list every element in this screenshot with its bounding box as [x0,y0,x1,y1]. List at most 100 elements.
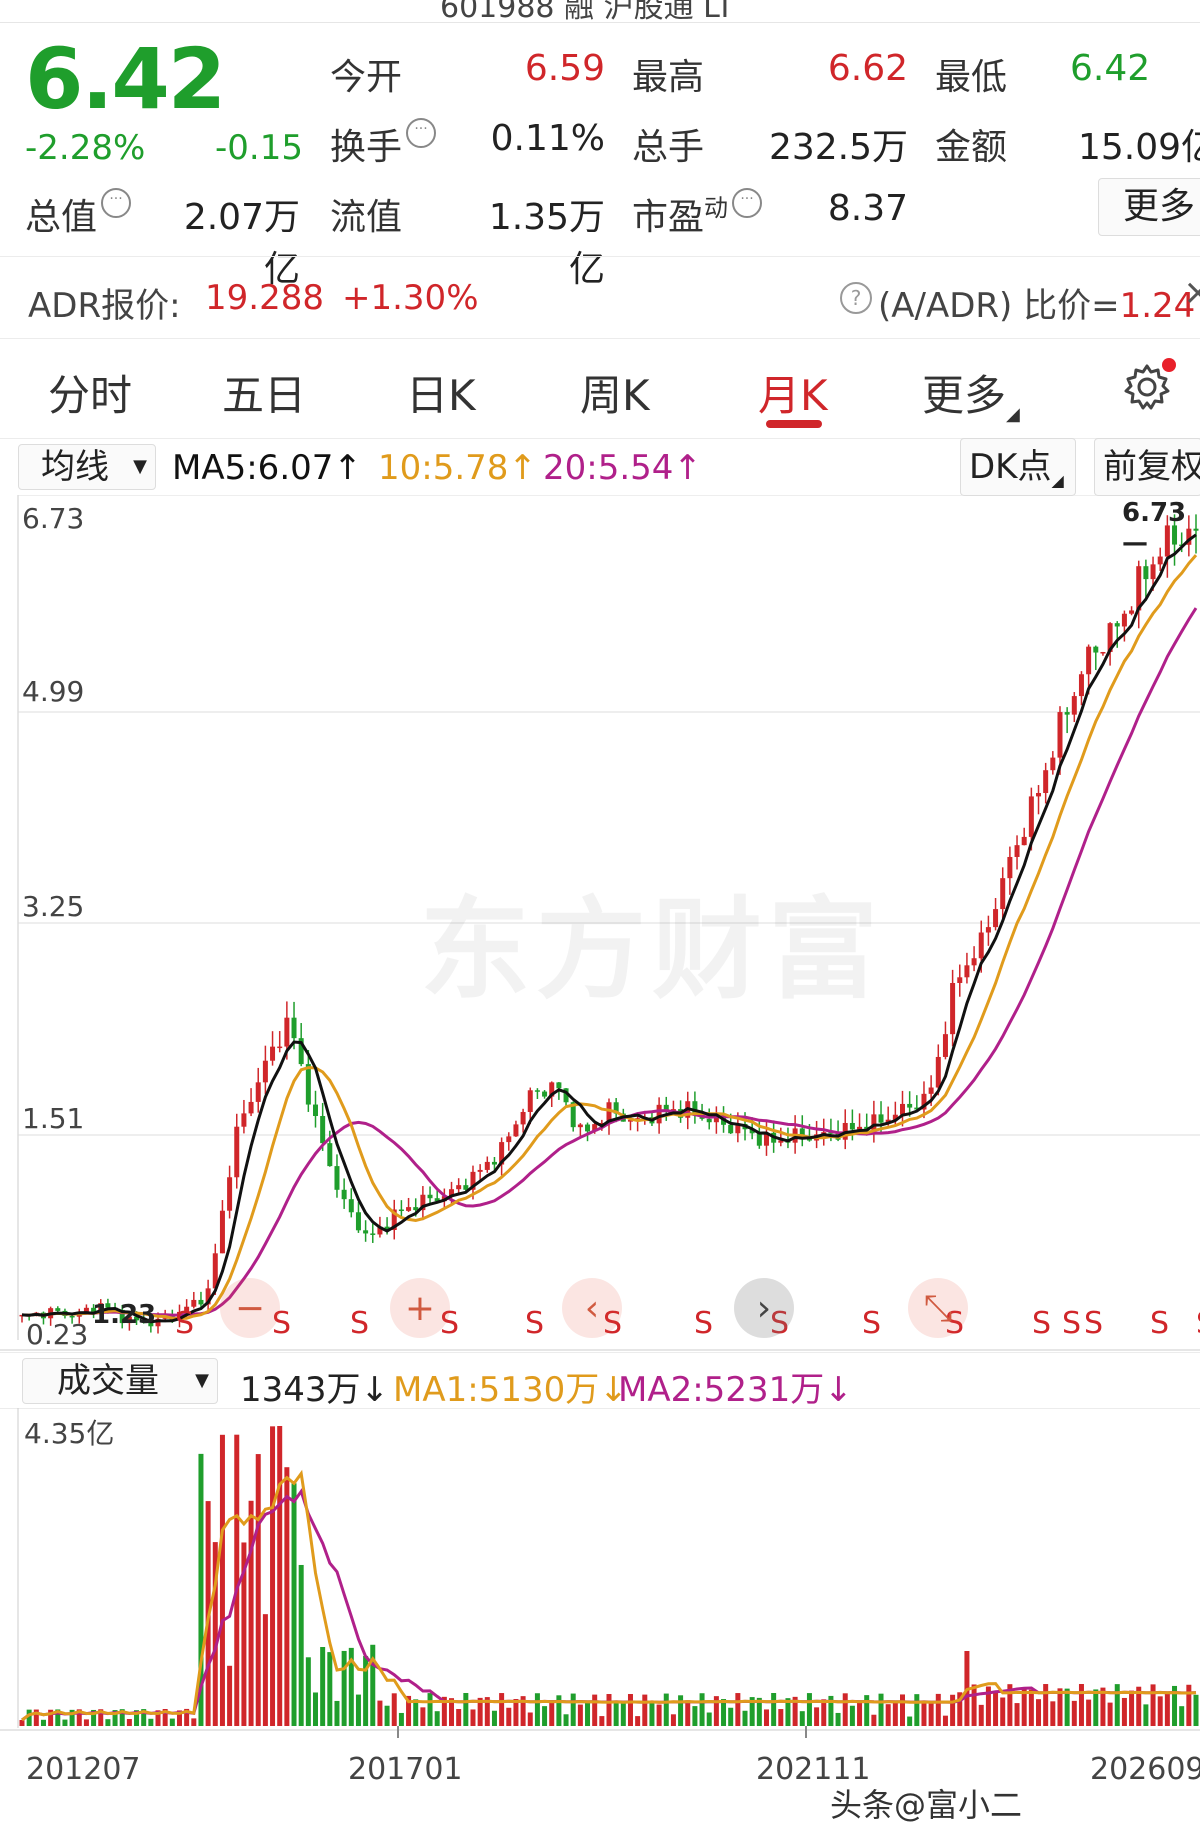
volume-bar [1157,1696,1163,1726]
candle-body [313,1104,318,1117]
sell-signal-label: S [1196,1306,1200,1341]
candle-body [534,1090,540,1092]
volume-bar [950,1694,956,1726]
candle-body [907,1103,913,1108]
candle-body [542,1091,548,1097]
y-axis-label-min: 0.23 [26,1318,89,1351]
tab-daily-k[interactable]: 日K [406,362,476,423]
candle-body [950,982,956,1035]
candle-body [656,1104,662,1124]
candle-body [484,1161,490,1170]
stock-code-line: 601988 融 沪股通 LT [440,0,735,23]
candle-body [363,1230,369,1234]
candle-body [1071,696,1077,715]
volume-bar [692,1706,698,1726]
volume-bar [341,1650,347,1726]
close-icon[interactable]: × [1183,272,1200,313]
info-ellipsis-icon[interactable]: ··· [732,188,763,218]
volume-bar [334,1700,340,1726]
question-circle-icon[interactable]: ? [840,282,872,314]
sell-signal-label: S [862,1306,881,1341]
sell-signal-label: S [1062,1306,1081,1341]
candle-body [1014,845,1020,857]
dk-point-select[interactable]: DK点◢ [960,438,1076,496]
volume-bar [606,1694,612,1726]
tab-five-day[interactable]: 五日 [222,362,306,423]
volume-bar [620,1703,626,1726]
adjust-select[interactable]: 前复权 [1094,438,1200,496]
volume-bar [642,1694,648,1726]
sell-signal-label: S [1150,1306,1169,1341]
volume-bar [62,1719,68,1726]
volume-bar [1143,1704,1149,1726]
volume-bar [1014,1703,1020,1726]
volume-indicator-select[interactable]: 成交量 ▼ [22,1358,218,1404]
volume-bar [935,1693,941,1726]
volume-bar [721,1699,727,1726]
info-ellipsis-icon[interactable]: ··· [406,118,437,148]
chevron-down-icon: ▼ [195,1370,209,1391]
volume-ma1-line [21,1469,1197,1722]
y-axis-label-max: 6.73 [22,502,85,535]
watermark: 东方财富 [420,886,884,1014]
tab-monthly-k[interactable]: 月K [758,362,828,423]
tab-intraday[interactable]: 分时 [48,362,132,423]
sell-signal-label: S [350,1306,369,1341]
volume-bar [191,1718,197,1726]
candle-body [348,1199,354,1213]
volume-bar [835,1712,841,1726]
candle-body [1150,564,1156,580]
candle-body [728,1124,734,1134]
volume-bar [427,1693,433,1726]
volume-ma2: MA2:5231万↓ [618,1370,853,1410]
gear-icon[interactable] [1122,358,1176,412]
volume-bar [857,1700,863,1726]
volume-bar [599,1716,605,1726]
candle-body [219,1210,225,1254]
candle-body [1114,623,1120,627]
turnover-value: 0.11% [490,118,605,159]
volume-bar [627,1694,633,1726]
candle-body [1021,836,1027,846]
volume-bar [227,1665,233,1726]
candle-body [277,1046,283,1049]
volume-max-label: 4.35亿 [24,1417,115,1450]
info-ellipsis-icon[interactable]: ··· [101,188,132,218]
candle-body [413,1207,419,1211]
low-label: 最低 [935,57,1008,98]
volume-bar [40,1719,46,1726]
candle-body [456,1185,462,1190]
volume-bar [148,1718,154,1726]
candle-body [427,1194,433,1199]
notification-dot [1162,358,1176,372]
candle-body [1086,646,1092,675]
candle-body [928,1087,934,1094]
ma-select[interactable]: 均线 ▼ [18,444,156,490]
volume-bar [434,1711,440,1726]
volume-bar [1028,1689,1034,1726]
more-quote-button[interactable]: 更多 [1098,178,1200,236]
candle-body [1028,796,1034,837]
sell-signal-label: S [694,1306,713,1341]
volume-bar [613,1703,619,1726]
volume-bar [513,1699,519,1726]
volume-bar [506,1707,512,1726]
volume-bar [1193,1694,1199,1726]
candle-body [255,1082,261,1102]
tab-weekly-k[interactable]: 周K [580,362,650,423]
volume-bar [355,1694,361,1726]
collapse-arrows-icon-glyph: ⤡ [924,1288,953,1329]
candle-body [355,1212,361,1231]
volume-bar [169,1718,175,1726]
volume-bar [470,1709,476,1726]
volume-bar [234,1434,240,1726]
volume-bar [706,1712,712,1726]
volume-bar [649,1701,655,1726]
volume-bar [255,1454,261,1726]
volume-bar [907,1716,913,1726]
candle-body [942,1034,948,1057]
x-axis-label: 202609 [1090,1752,1200,1787]
tab-more[interactable]: 更多◢ [922,362,1020,425]
adr-change: +1.30% [342,278,479,318]
volume-chart[interactable] [0,1408,1200,1738]
